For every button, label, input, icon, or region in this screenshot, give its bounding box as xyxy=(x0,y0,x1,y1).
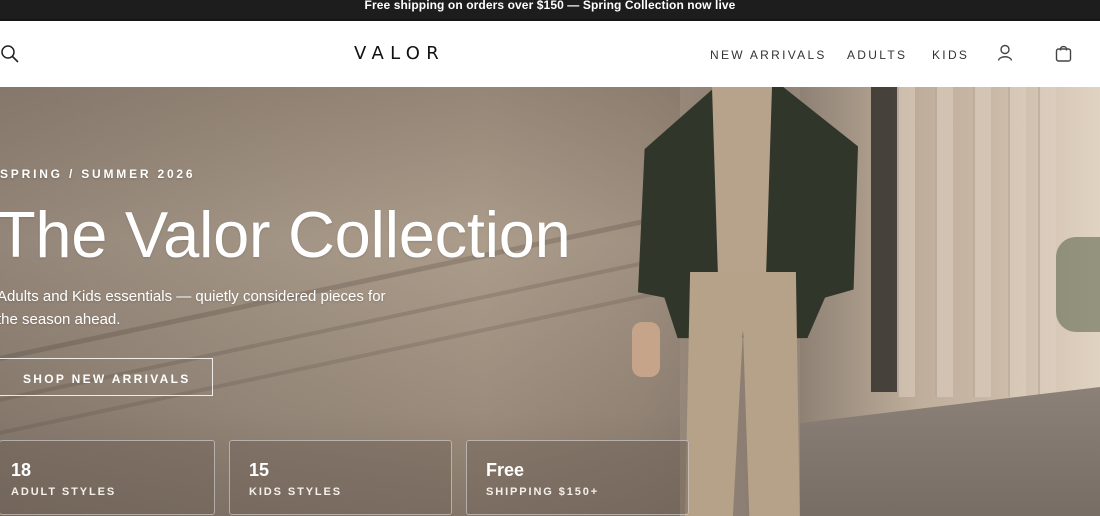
beige-shirt xyxy=(712,87,772,277)
shopping-bag-icon[interactable] xyxy=(1054,44,1073,63)
nav-adults[interactable]: ADULTS xyxy=(847,48,907,62)
hero-title: The Valor Collection xyxy=(0,198,571,271)
building-shadow xyxy=(871,87,897,392)
stat-label: ADULT STYLES xyxy=(11,486,117,498)
building-pillar xyxy=(1008,87,1026,397)
stat-value: 18 xyxy=(11,460,32,480)
announcement-text: Free shipping on orders over $150 — Spri… xyxy=(364,0,736,12)
stat-card-adult-styles: 18 ADULT STYLES xyxy=(0,440,215,515)
building-pillar xyxy=(973,87,991,397)
stat-value: 15 xyxy=(249,460,270,480)
model-hand xyxy=(632,322,660,377)
background-plant xyxy=(1056,237,1100,332)
hero-eyebrow: SPRING / SUMMER 2026 xyxy=(0,167,196,181)
shop-new-arrivals-button[interactable]: SHOP NEW ARRIVALS xyxy=(0,358,213,396)
user-icon[interactable] xyxy=(996,44,1014,62)
nav-kids[interactable]: KIDS xyxy=(932,48,969,62)
hero-description: Adults and Kids essentials — quietly con… xyxy=(0,288,386,328)
announcement-bar: Free shipping on orders over $150 — Spri… xyxy=(0,0,1100,20)
brand-logo[interactable]: VALOR xyxy=(354,43,445,64)
stat-value: Free xyxy=(486,460,525,480)
beige-trousers xyxy=(685,272,800,516)
nav-new-arrivals[interactable]: NEW ARRIVALS xyxy=(710,48,827,62)
stat-label: SHIPPING $150+ xyxy=(486,486,600,498)
hero-banner: SPRING / SUMMER 2026 The Valor Collectio… xyxy=(0,87,1100,516)
search-icon[interactable] xyxy=(1,45,19,63)
stat-label: KIDS STYLES xyxy=(249,486,343,498)
building-pillar xyxy=(935,87,953,397)
site-header: VALOR NEW ARRIVALS ADULTS KIDS xyxy=(0,21,1100,87)
stat-card-kids-styles: 15 KIDS STYLES xyxy=(229,440,452,515)
building-pillar xyxy=(1038,87,1056,397)
building-pillar xyxy=(897,87,915,397)
stat-card-shipping: Free SHIPPING $150+ xyxy=(466,440,689,515)
